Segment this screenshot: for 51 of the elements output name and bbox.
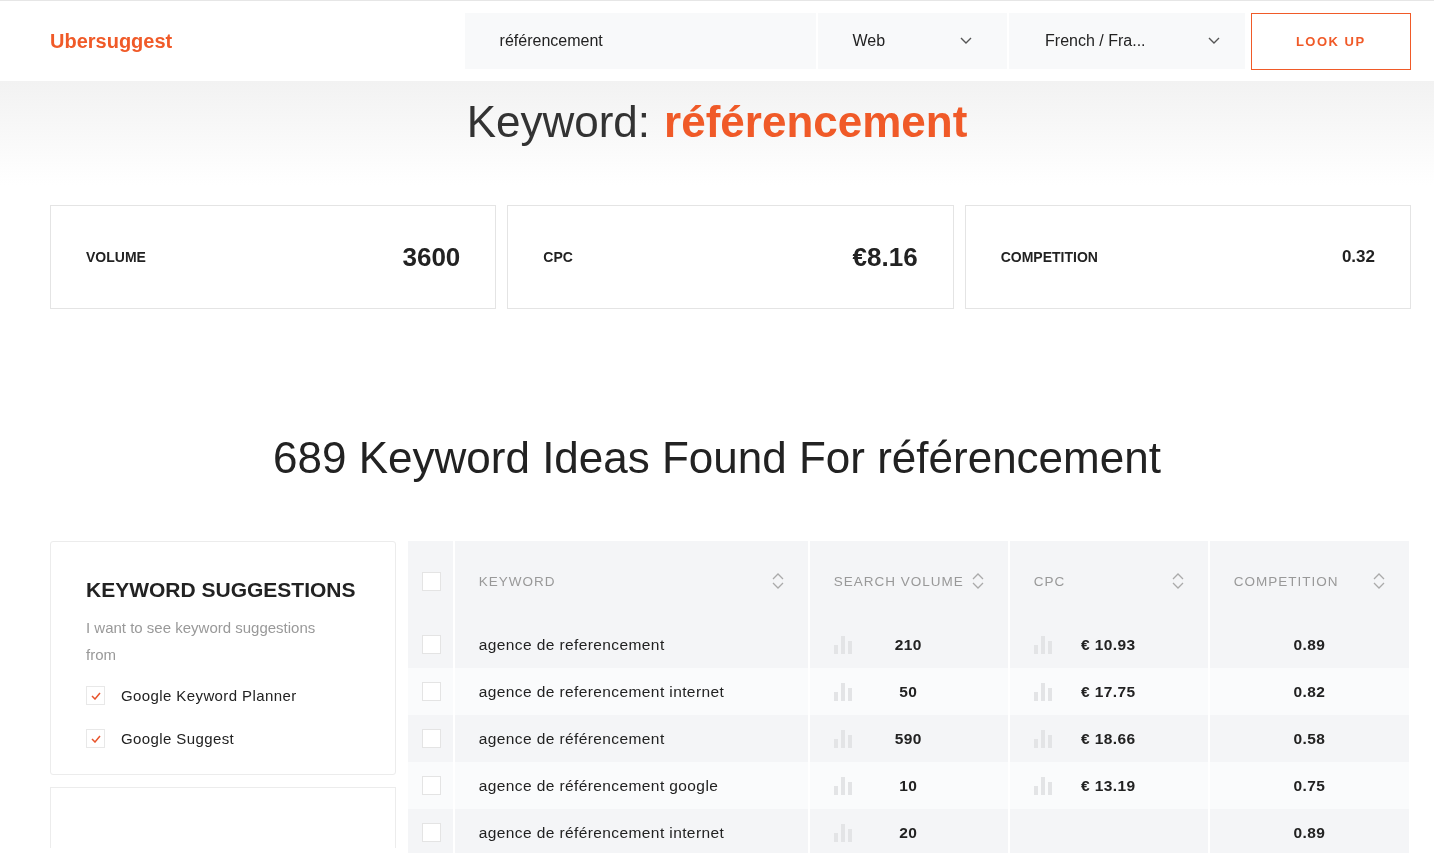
competition-cell: 0.89 <box>1293 635 1326 653</box>
volume-cell-text: 50 <box>898 682 919 701</box>
checkbox[interactable] <box>421 776 441 795</box>
stat-value: 0.32 <box>1341 247 1375 267</box>
stat-label: VOLUME <box>86 249 146 265</box>
volume-cell-text: 210 <box>893 635 923 654</box>
keyword-field[interactable]: référencement <box>464 13 816 69</box>
checkbox[interactable] <box>421 823 441 842</box>
sort-icon[interactable] <box>1171 572 1184 590</box>
stat-label: CPC <box>543 249 573 265</box>
cpc-cell-text: € 17.75 <box>1080 682 1137 701</box>
volume-cell-text: 590 <box>893 729 923 748</box>
checkbox[interactable] <box>421 571 441 591</box>
keyword-cell[interactable]: agence de référencement <box>453 715 809 762</box>
sort-icon[interactable] <box>771 572 784 590</box>
check-icon <box>90 734 101 743</box>
stat-value: €8.16 <box>852 241 918 273</box>
card-title: KEYWORD SUGGESTIONS <box>86 578 357 602</box>
chevron-down-icon <box>1207 37 1220 45</box>
checkbox-label[interactable]: Google Keyword Planner <box>121 687 297 704</box>
language-dropdown[interactable]: French / Fra... <box>1009 13 1245 69</box>
keyword-cell[interactable]: agence de référencement internet <box>453 809 809 853</box>
volume-cell-text: 20 <box>898 823 919 842</box>
keyword-cell[interactable]: agence de référencement google <box>453 762 809 809</box>
card-description: I want to see keyword suggestions from <box>86 618 317 665</box>
keyword-cell[interactable]: agence de referencement internet <box>453 668 809 715</box>
results-heading: 689 Keyword Ideas Found For référencement <box>272 433 1162 484</box>
check-icon <box>90 691 101 700</box>
checkbox[interactable] <box>421 682 441 701</box>
volume-cell-text: 10 <box>898 776 919 795</box>
checkbox-label[interactable]: Google Suggest <box>121 730 235 747</box>
sort-icon[interactable] <box>1373 572 1385 590</box>
keyword-label: Keyword: <box>466 97 651 147</box>
checkbox[interactable] <box>86 686 105 705</box>
cpc-cell-text: € 10.93 <box>1080 635 1137 654</box>
competition-cell: 0.89 <box>1293 823 1326 841</box>
checkbox[interactable] <box>421 729 441 748</box>
source-dropdown[interactable]: Web <box>817 13 1008 69</box>
stat-value: 3600 <box>402 241 461 273</box>
cpc-cell-text: € 18.66 <box>1080 729 1137 748</box>
sort-icon[interactable] <box>971 572 984 590</box>
keyword-cell[interactable]: agence de referencement <box>453 621 809 668</box>
competition-cell: 0.82 <box>1293 682 1326 700</box>
chevron-down-icon <box>960 37 973 45</box>
competition-cell: 0.58 <box>1293 729 1326 747</box>
competition-cell: 0.75 <box>1293 776 1326 794</box>
checkbox[interactable] <box>86 729 105 748</box>
keyword-title: référencement <box>664 97 968 147</box>
stat-label: COMPETITION <box>1000 249 1098 265</box>
cpc-cell-text: € 13.19 <box>1080 776 1137 795</box>
checkbox[interactable] <box>421 635 441 654</box>
